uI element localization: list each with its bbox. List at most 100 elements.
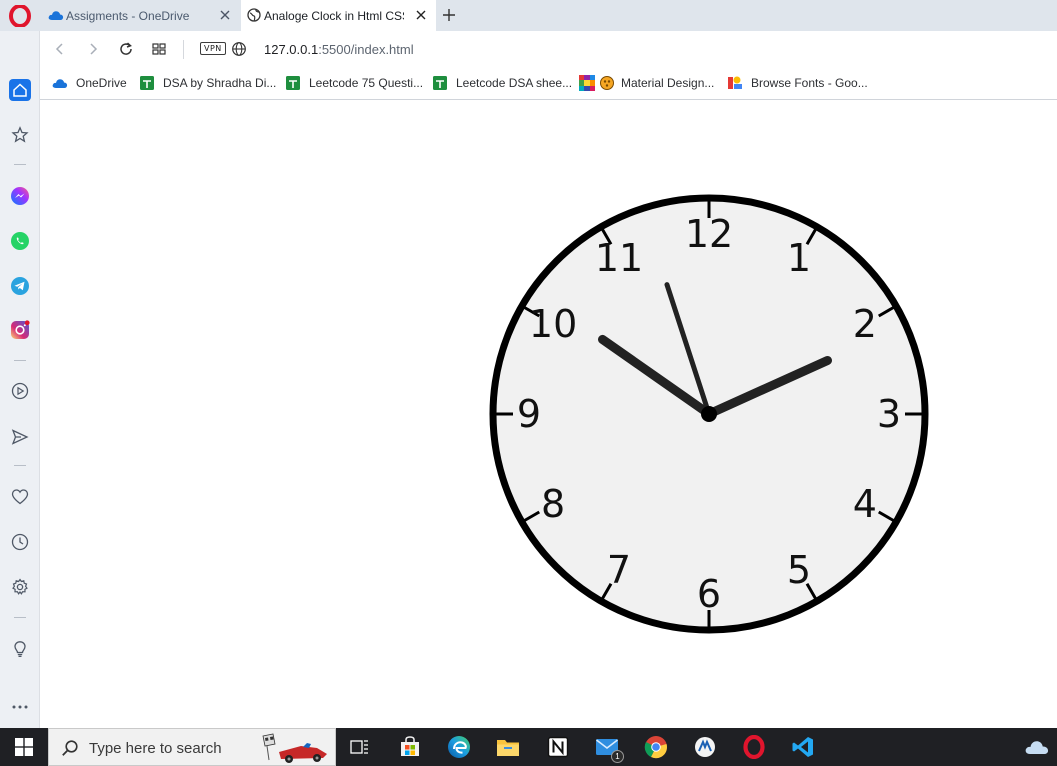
- clock-numeral: 12: [685, 212, 733, 256]
- windows-taskbar: Type here to search 1: [0, 728, 1057, 766]
- tab-onedrive[interactable]: Assigments - OneDrive: [44, 0, 240, 31]
- telegram-icon: [11, 277, 29, 295]
- clock-numeral: 10: [529, 302, 577, 346]
- clock-numeral: 7: [607, 548, 631, 592]
- opera-menu-button[interactable]: [0, 0, 40, 31]
- sidebar-settings[interactable]: [9, 576, 31, 598]
- sidebar-messenger[interactable]: [9, 185, 31, 207]
- app-icon: [695, 737, 715, 757]
- tab-strip: Assigments - OneDrive Analoge Clock in H…: [0, 0, 1057, 31]
- bookmark-label: Material Design...: [621, 76, 715, 90]
- clock-numeral: 2: [853, 302, 877, 346]
- bookmark-browse-fonts[interactable]: Browse Fonts - Goo...: [727, 75, 868, 91]
- bookmarks-bar: OneDrive DSA by Shradha Di... Leetcode 7…: [40, 68, 1057, 100]
- taskbar-ms-store[interactable]: [398, 735, 422, 759]
- sidebar-telegram[interactable]: [9, 275, 31, 297]
- home-icon: [13, 83, 27, 97]
- player-icon: [11, 382, 29, 400]
- tab-title: Analoge Clock in Html CSS: [264, 8, 404, 23]
- analog-clock: 12 12 3 45 6 78 9 10 11: [489, 194, 929, 634]
- lightbulb-icon: [14, 641, 26, 657]
- sidebar-instagram[interactable]: [9, 319, 31, 341]
- url-path: :5500/index.html: [318, 42, 414, 57]
- edge-icon: [448, 736, 470, 758]
- sidebar-separator: [14, 360, 26, 361]
- clock-numeral: 4: [853, 482, 877, 526]
- clock-numeral: 6: [697, 572, 721, 616]
- clock-numeral: 11: [595, 236, 643, 280]
- notion-icon: [547, 736, 569, 758]
- star-icon: [11, 126, 29, 143]
- task-view-icon: [350, 740, 368, 754]
- sidebar-more[interactable]: [9, 696, 31, 718]
- sidebar-whatsapp[interactable]: [9, 230, 31, 252]
- clock-numeral: 5: [787, 548, 811, 592]
- sidebar-home[interactable]: [9, 79, 31, 101]
- taskbar-onedrive-tray[interactable]: [1024, 735, 1050, 759]
- gear-icon: [12, 578, 28, 595]
- bookmark-label: Leetcode 75 Questi...: [309, 76, 424, 90]
- bookmark-leetcode-75[interactable]: Leetcode 75 Questi...: [285, 75, 423, 91]
- back-icon[interactable]: [52, 41, 68, 57]
- tab-grid-icon[interactable]: [151, 41, 167, 57]
- clock-numeral: 8: [541, 482, 565, 526]
- clock-numeral: 9: [517, 392, 541, 436]
- onedrive-cloud-icon: [1025, 741, 1049, 754]
- onedrive-icon: [52, 79, 68, 88]
- close-tab-icon[interactable]: [414, 8, 428, 22]
- sidebar-separator: [14, 164, 26, 165]
- sidebar-tips[interactable]: [9, 638, 31, 660]
- send-icon: [11, 429, 29, 445]
- opera-sidebar: [0, 31, 40, 728]
- bookmark-label: OneDrive: [76, 76, 127, 90]
- screen: Assigments - OneDrive Analoge Clock in H…: [0, 0, 1057, 766]
- sidebar-send[interactable]: [9, 426, 31, 448]
- task-view-button[interactable]: [348, 735, 372, 759]
- site-info-icon[interactable]: [231, 41, 247, 57]
- taskbar-search[interactable]: Type here to search: [48, 728, 336, 766]
- taskbar-mail[interactable]: 1: [595, 735, 624, 763]
- more-horizontal-icon: [12, 705, 28, 709]
- clock-center-pin: [701, 406, 717, 422]
- start-button[interactable]: [0, 728, 48, 766]
- bookmark-onedrive[interactable]: OneDrive: [52, 75, 127, 91]
- google-fonts-icon: [728, 76, 742, 89]
- vpn-badge[interactable]: VPN: [200, 42, 226, 55]
- url-host: 127.0.0.1: [264, 42, 319, 57]
- reload-icon[interactable]: [118, 41, 134, 57]
- bookmark-material-design[interactable]: Material Design...: [579, 75, 714, 91]
- bookmark-leetcode-dsa[interactable]: Leetcode DSA shee...: [432, 75, 572, 91]
- forward-icon[interactable]: [85, 41, 101, 57]
- tab-analoge-clock[interactable]: Analoge Clock in Html CSS: [241, 0, 436, 31]
- sheets-icon: [286, 76, 300, 90]
- opera-logo-icon: [9, 4, 31, 27]
- search-placeholder: Type here to search: [89, 740, 222, 757]
- new-tab-icon[interactable]: [441, 7, 457, 23]
- clock-history-icon: [11, 533, 29, 551]
- bookmark-label: Browse Fonts - Goo...: [751, 76, 868, 90]
- tab-title: Assigments - OneDrive: [66, 8, 190, 23]
- taskbar-opera[interactable]: [742, 735, 766, 759]
- url-field[interactable]: 127.0.0.1:5500/index.html: [264, 42, 414, 57]
- close-tab-icon[interactable]: [218, 8, 232, 22]
- taskbar-edge[interactable]: [447, 735, 471, 759]
- sidebar-bookmarks[interactable]: [9, 486, 31, 508]
- sidebar-player[interactable]: [9, 380, 31, 402]
- vscode-icon: [792, 737, 813, 757]
- messenger-icon: [11, 187, 29, 205]
- taskbar-file-explorer[interactable]: [496, 735, 520, 759]
- search-icon: [62, 740, 78, 756]
- sheets-icon: [433, 76, 447, 90]
- sidebar-speed-dial[interactable]: [9, 124, 31, 146]
- sidebar-history[interactable]: [9, 531, 31, 553]
- clock-numeral: 3: [877, 392, 901, 436]
- sheets-icon: [140, 76, 154, 90]
- folder-icon: [497, 740, 519, 756]
- taskbar-vscode[interactable]: [791, 735, 815, 759]
- taskbar-notion[interactable]: [546, 735, 570, 759]
- bookmark-dsa-shradha[interactable]: DSA by Shradha Di...: [139, 75, 276, 91]
- taskbar-app[interactable]: [693, 735, 717, 759]
- taskbar-chrome[interactable]: [644, 735, 668, 759]
- globe-icon: [247, 8, 261, 22]
- instagram-icon: [11, 320, 30, 339]
